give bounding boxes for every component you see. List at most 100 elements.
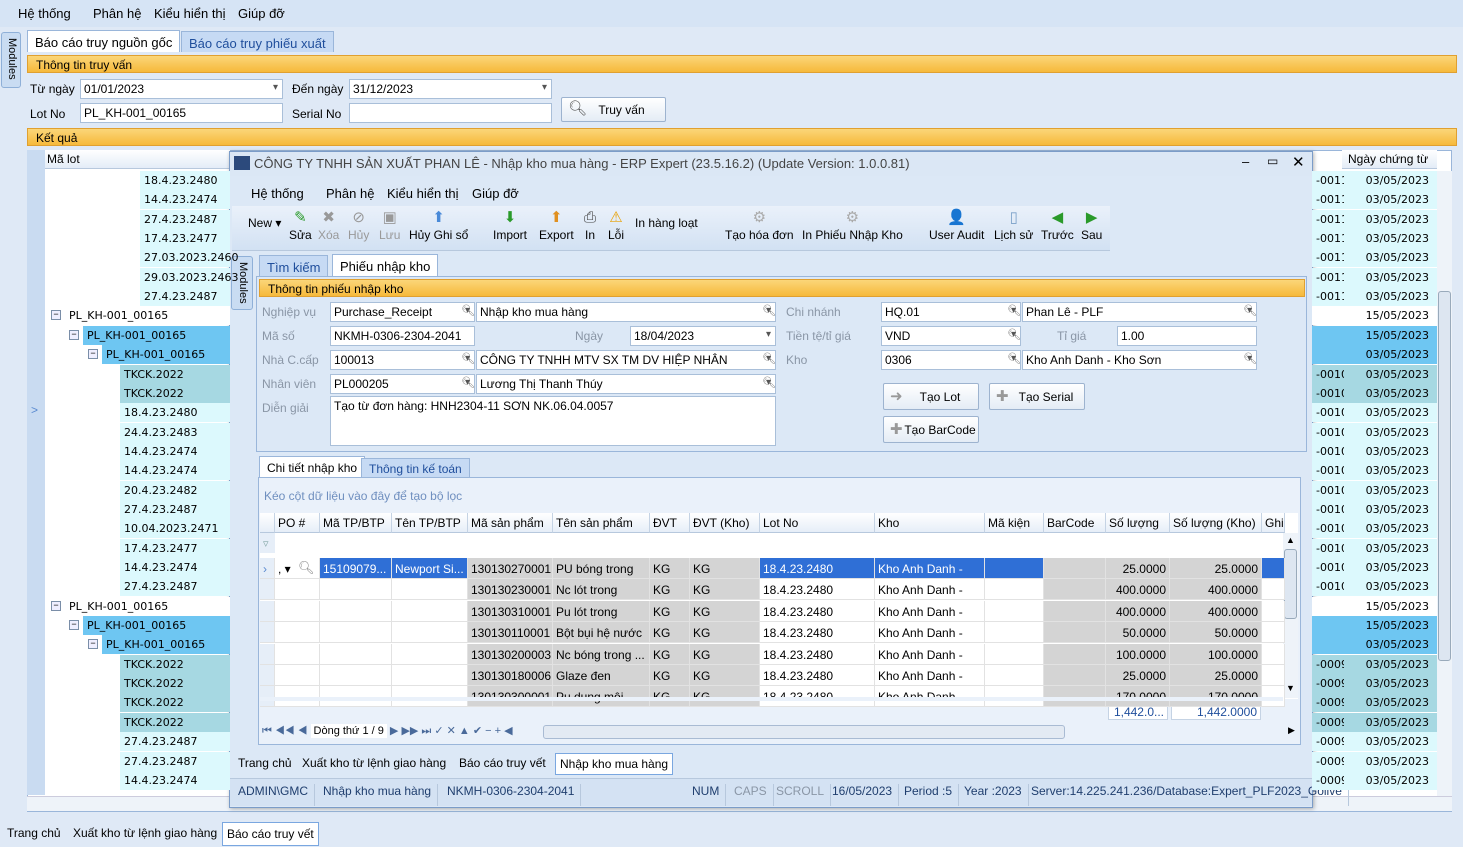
grid-cell[interactable]: KG [650,600,690,622]
grid-cell[interactable] [275,665,320,686]
column-header[interactable]: Mã TP/BTP [320,513,392,533]
grid-cell[interactable] [985,665,1044,686]
grid-cell[interactable] [1262,622,1285,644]
grid-cell[interactable] [985,579,1044,601]
grid-cell[interactable] [1044,665,1106,686]
grid-cell[interactable]: 100.0000 [1170,643,1262,665]
detail-vertical-scrollbar[interactable]: ▲ ▼ [1283,533,1298,698]
serial-no-input[interactable] [349,103,552,123]
tree-row[interactable]: TKCK.2022 [120,674,230,694]
window-bottom-tab[interactable]: Trang chủ [236,753,294,775]
grid-cell[interactable]: Kho Anh Danh - K... [875,643,985,665]
collapse-icon[interactable]: − [88,349,98,360]
tab-bao-cao-truy-nguon-goc[interactable]: Báo cáo truy nguồn gốc [27,30,181,52]
tree-row[interactable]: 27.4.23.2487 [140,209,230,229]
grid-cell[interactable]: Nc lót trong [553,579,650,601]
tab-tim-kiem[interactable]: Tìm kiếm [259,255,329,276]
bottom-tab[interactable]: Báo cáo truy vết [222,822,319,846]
row-indicator[interactable] [260,622,275,644]
toolbar-button[interactable]: ▶ Sau [1081,208,1102,242]
menu-he-thong[interactable]: Hệ thống [18,6,71,21]
toolbar-button[interactable]: ⬆ Export [539,208,574,242]
row-indicator[interactable] [260,643,275,665]
grid-cell[interactable]: KG [650,665,690,686]
row-indicator[interactable]: › [260,558,275,579]
grid-cell[interactable] [1262,643,1285,665]
ncc_name-field[interactable]: CÔNG TY TNHH MTV SX TM DV HIỆP NHÂN 🔍︎ [476,350,776,370]
grid-cell[interactable]: 100.0000 [1106,643,1170,665]
tree-row[interactable]: PL_KH-001_00165 [65,596,230,616]
grid-cell[interactable] [1044,600,1106,622]
grid-cell[interactable]: Pu lót trong [553,600,650,622]
grid-cell[interactable]: 18.4.23.2480 [760,579,875,601]
grid-cell[interactable] [1262,558,1285,579]
bottom-tab[interactable]: Trang chủ [3,822,65,846]
tree-row[interactable]: 18.4.23.2480 [140,171,230,190]
tree-row[interactable]: 20.4.23.2482 [120,480,230,500]
lot-button[interactable]: ➜ Tạo Lot [883,383,979,410]
tree-row[interactable]: 10.04.2023.2471 [120,519,230,539]
column-header[interactable]: Mã kiện [985,513,1044,533]
toolbar-button[interactable]: 👤 User Audit [929,208,984,242]
cn-field[interactable]: HQ.01 🔍︎ [881,302,1021,322]
grid-cell[interactable]: 50.0000 [1170,622,1262,644]
grid-cell[interactable] [392,643,468,665]
collapse-icon[interactable]: − [69,329,79,340]
tree-row[interactable]: 27.4.23.2487 [120,577,230,597]
lookup-icon[interactable]: 🔍︎ [1005,304,1020,317]
tree-row[interactable]: 14.4.23.2474 [120,558,230,577]
grid-cell[interactable]: Kho Anh Danh - K... [875,579,985,601]
tree-row[interactable]: 17.4.23.2477 [120,538,230,558]
grid-cell[interactable]: 18.4.23.2480 [760,643,875,665]
tree-row[interactable]: 14.4.23.2474 [120,441,230,461]
diengiai-textarea[interactable]: Tạo từ đơn hàng: HNH2304-11 SƠN NK.06.04… [330,396,776,446]
grid-cell[interactable]: 25.0000 [1170,558,1262,579]
lookup-icon[interactable]: 🔍︎ [760,376,775,389]
tree-row[interactable]: PL_KH-001_00165 [83,325,230,345]
grid-cell[interactable]: 25.0000 [1170,665,1262,686]
kho_name-field[interactable]: Kho Anh Danh - Kho Sơn 🔍︎ [1022,350,1257,370]
column-header[interactable]: ĐVT (Kho) [690,513,760,533]
nghiepvu-field[interactable]: Purchase_Receipt 🔍︎ [330,302,475,322]
nghiepvu_name-field[interactable]: Nhập kho mua hàng 🔍︎ [476,302,776,322]
search-button[interactable]: 🔍︎ Truy vấn [561,97,666,122]
toolbar-button[interactable]: ⊘ Hủy [348,208,369,242]
toolbar-button[interactable]: ◀ Trước [1041,208,1074,242]
tree-row[interactable]: PL_KH-001_00165 [102,635,230,655]
grid-cell[interactable] [392,579,468,601]
nv-field[interactable]: PL000205 🔍︎ [330,374,475,394]
collapse-icon[interactable]: − [51,310,61,321]
tree-row[interactable]: 27.4.23.2487 [120,751,230,771]
toolbar-button[interactable]: ▣ Lưu [379,208,400,242]
lookup-icon[interactable]: 🔍︎ [459,304,474,317]
maso-field[interactable]: NKMH-0306-2304-2041 [330,326,475,346]
lookup-icon[interactable]: 🔍︎ [1005,352,1020,365]
grid-cell[interactable] [1044,622,1106,644]
grid-cell[interactable]: 130130200003 [468,643,553,665]
ngay-field[interactable]: 18/04/2023 [630,326,776,346]
grid-cell[interactable]: Newport Si... [392,558,468,579]
column-header-ma-lot[interactable]: Mã lot [45,150,230,169]
grid-cell[interactable] [985,558,1044,579]
grid-cell[interactable] [275,643,320,665]
grid-cell[interactable] [275,622,320,644]
grid-cell[interactable] [1044,579,1106,601]
lookup-icon[interactable]: 🔍︎ [298,560,315,576]
modules-tab[interactable]: Modules [1,32,21,88]
grid-cell[interactable] [320,643,392,665]
column-header[interactable]: Kho [875,513,985,533]
grid-cell[interactable]: 130130270001 [468,558,553,579]
column-header[interactable]: Lot No [760,513,875,533]
tree-row[interactable]: 24.4.23.2483 [120,422,230,442]
column-header[interactable]: Số lượng [1106,513,1170,533]
tree-row[interactable]: 14.4.23.2474 [120,461,230,481]
grid-cell[interactable]: 400.0000 [1170,579,1262,601]
row-indicator[interactable] [260,579,275,601]
grid-cell[interactable] [1262,579,1285,601]
grid-cell[interactable] [320,600,392,622]
menu-kieu-hien-thi[interactable]: Kiểu hiển thị [154,6,226,21]
tree-row[interactable]: PL_KH-001_00165 [65,306,230,326]
tab-thong-tin-ke-toan[interactable]: Thông tin kế toán [361,458,470,477]
nv_name-field[interactable]: Lương Thị Thanh Thúy 🔍︎ [476,374,776,394]
window-menu-item[interactable]: Phân hệ [326,186,374,201]
